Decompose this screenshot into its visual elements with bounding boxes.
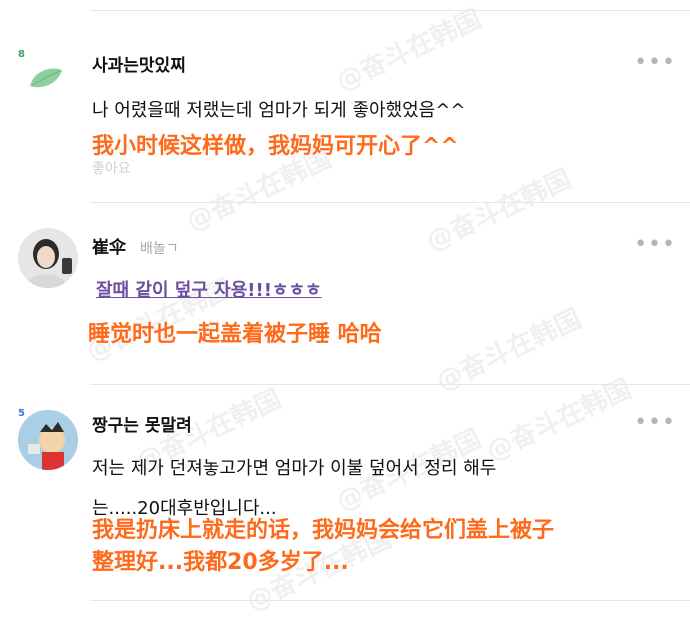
comment-item: 8 사과는맛있찌 ••• 나 어렸을때 저랬는데 엄마가 되게 좋아했었음^^ … — [0, 40, 690, 190]
divider — [90, 384, 690, 385]
level-badge: 5 — [18, 408, 25, 419]
divider — [90, 202, 690, 203]
comment-translation: 睡觉时也一起盖着被子睡 哈哈 — [88, 322, 382, 347]
comment-translation-line: 整理好...我都20多岁了... — [92, 550, 349, 575]
comment-username[interactable]: 짱구는 못말려 — [92, 411, 192, 436]
more-options-icon[interactable]: ••• — [634, 234, 676, 256]
level-badge: 8 — [18, 49, 25, 60]
comment-text[interactable]: 잘때 같이 덮구 자용!!!ㅎㅎㅎ — [96, 276, 322, 302]
avatar[interactable] — [18, 228, 78, 288]
more-options-icon[interactable]: ••• — [634, 52, 676, 74]
comment-translation: 我小时候这样做，我妈妈可开心了^^ — [92, 134, 459, 159]
divider — [90, 10, 690, 11]
divider — [90, 600, 690, 601]
avatar[interactable] — [18, 410, 78, 470]
comment-translation-line: 我是扔床上就走的话，我妈妈会给它们盖上被子 — [92, 518, 555, 543]
leaf-icon — [28, 66, 64, 90]
comment-username[interactable]: 사과는맛있찌 — [92, 51, 186, 76]
comment-item: 5 짱구는 못말려 ••• 저는 제가 던져놓고가면 엄마가 이불 덮어서 정리… — [0, 400, 690, 608]
user-subtag: 배놀ㄱ — [140, 241, 179, 257]
more-options-icon[interactable]: ••• — [634, 412, 676, 434]
comment-username[interactable]: 崔伞 배놀ㄱ — [92, 233, 179, 258]
comment-text-line: 저는 제가 던져놓고가면 엄마가 이불 덮어서 정리 해두 — [92, 458, 497, 479]
comment-text: 나 어렸을때 저랬는데 엄마가 되게 좋아했었음^^ — [92, 100, 466, 121]
comment-item: 崔伞 배놀ㄱ ••• 잘때 같이 덮구 자용!!!ㅎㅎㅎ 睡觉时也一起盖着被子睡 … — [0, 222, 690, 372]
like-label[interactable]: 좋아요 — [92, 158, 131, 178]
